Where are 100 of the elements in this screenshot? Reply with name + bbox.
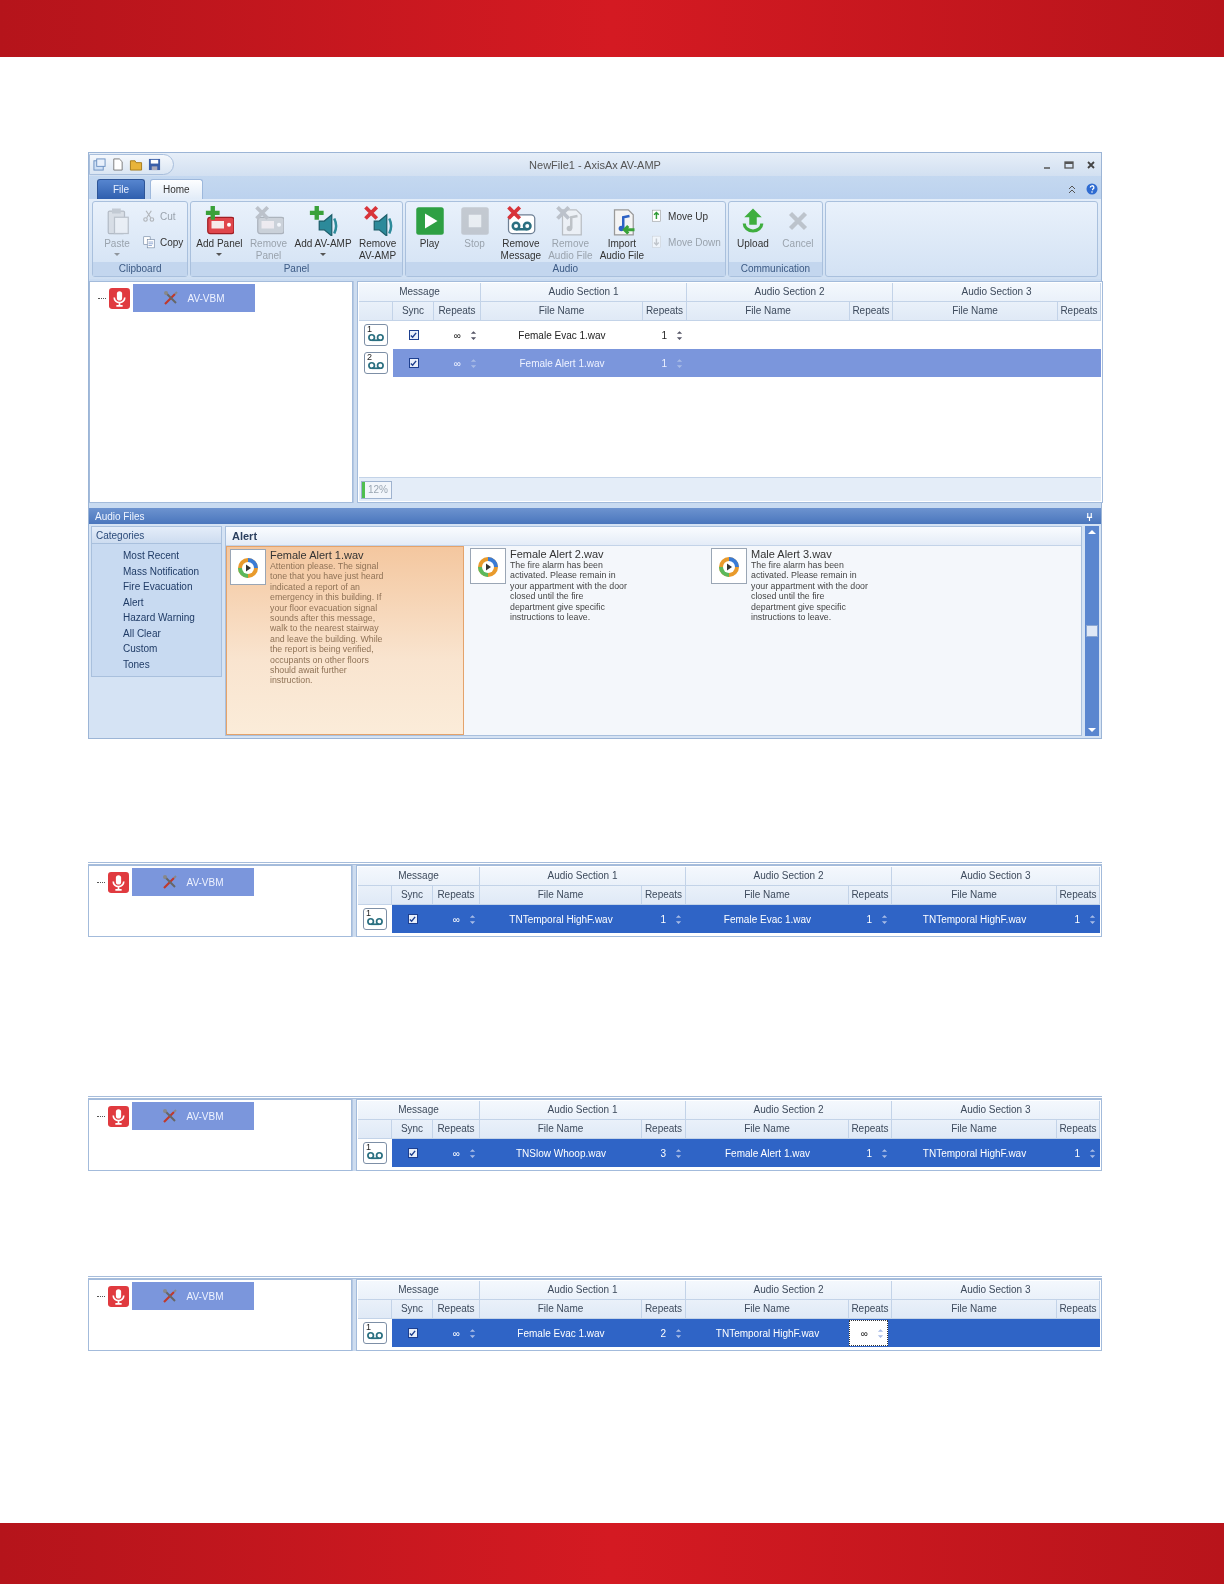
spinner[interactable] [469, 1327, 476, 1339]
caret-icon [114, 253, 120, 256]
ribbon-tab[interactable]: Home [150, 179, 203, 199]
scrollbar[interactable] [1085, 526, 1099, 736]
message-button[interactable]: 1 [363, 908, 387, 930]
pin-icon[interactable] [1086, 511, 1093, 521]
message-button[interactable]: 1 [364, 324, 388, 346]
row-number: 1 [366, 909, 371, 918]
checkbox[interactable] [408, 358, 419, 368]
audio-file-card[interactable]: Female Alert 2.wav The fire alarm has been activated. Please remain in your appartment with the door closed until the fire department give specific instructions to leave. [467, 546, 705, 735]
spinner[interactable] [675, 913, 682, 925]
column-group-header: Audio Section 2 [686, 1101, 892, 1120]
tree-line [98, 297, 106, 299]
stop-icon [459, 206, 490, 236]
category-link[interactable]: All Clear [92, 625, 221, 641]
ribbon-button[interactable]: Play [407, 204, 452, 262]
file-name: Female Evac 1.wav [723, 913, 812, 925]
folder-icon[interactable] [129, 158, 143, 171]
category-link[interactable]: Hazard Warning [92, 610, 221, 626]
file-description: The fire alarm has been activated. Please remain in your appartment with the door closed until the fire department give specific instructions to leave. [510, 560, 628, 623]
column-group-header: Message [358, 1101, 480, 1120]
spinner[interactable] [881, 913, 888, 925]
check-icon [409, 915, 416, 923]
spinner[interactable] [675, 1327, 682, 1339]
repeat-count: 1 [1074, 913, 1080, 925]
ribbon-button[interactable]: Import Audio File [596, 204, 648, 262]
column-group-header: Audio Section 3 [893, 283, 1101, 302]
audio-file-card[interactable] [226, 546, 464, 735]
checkbox[interactable] [407, 914, 418, 924]
app-icon[interactable] [93, 158, 106, 171]
ribbon-button[interactable]: Add Panel [193, 204, 246, 262]
category-link[interactable]: Custom [92, 641, 221, 657]
audio-file-card[interactable]: Male Alert 3.wav The fire alarm has been activated. Please remain in your appartment with the door closed until the fire department give specific instructions to leave. [708, 546, 946, 735]
repeat-count: 1 [660, 913, 666, 925]
spinner[interactable] [1089, 913, 1096, 925]
column-group-header: Audio Section 1 [480, 867, 686, 886]
scroll-down-icon[interactable] [1088, 728, 1096, 733]
category-link[interactable]: Alert [92, 594, 221, 610]
tools-icon [162, 874, 179, 890]
file-name: Female Evac 1.wav [518, 329, 606, 341]
table-row[interactable]: ∞ TNTemporal HighF.wav 1 Female Evac 1.wav 1 TNTemporal HighF.wav 1 [392, 905, 1100, 933]
repeat-count: ∞ [453, 329, 461, 341]
spinner[interactable] [1089, 1147, 1096, 1159]
ribbon-button[interactable]: Remove AV-AMP [355, 204, 400, 262]
scroll-thumb[interactable] [1086, 625, 1098, 637]
tape-icon [366, 332, 386, 343]
repeat-count: ∞ [860, 1327, 868, 1339]
file-menu-button[interactable]: File [97, 179, 145, 199]
device-cross-icon [253, 206, 284, 236]
file-name: Female Alert 1.wav [724, 1147, 810, 1159]
spinner[interactable] [469, 913, 476, 925]
column-group-header: Audio Section 3 [892, 867, 1100, 886]
spinner[interactable] [675, 1147, 682, 1159]
category-link[interactable]: Most Recent [92, 548, 221, 564]
caret-icon [216, 253, 223, 256]
message-button[interactable]: 1 [363, 1142, 387, 1164]
repeat-count: ∞ [452, 913, 460, 925]
ribbon-button[interactable]: Copy [142, 234, 184, 250]
checkbox[interactable] [407, 1148, 418, 1158]
file-title: Male Alert 3.wav [751, 548, 833, 560]
header-corner [358, 886, 392, 905]
save-icon[interactable] [148, 158, 161, 171]
checkbox[interactable] [408, 330, 419, 340]
category-link[interactable]: Mass Notification [92, 563, 221, 579]
table-row[interactable]: ∞ TNSlow Whoop.wav 3 Female Alert 1.wav 1 TNTemporal HighF.wav 1 [392, 1139, 1100, 1167]
repeat-field[interactable]: ∞ [849, 1320, 888, 1346]
ribbon-button[interactable]: Move Up [650, 208, 721, 224]
ribbon-button[interactable]: Upload [730, 204, 775, 262]
scroll-up-icon[interactable] [1088, 529, 1096, 534]
tools-icon [163, 290, 180, 306]
microphone-icon [109, 287, 130, 309]
spinner[interactable] [881, 1147, 888, 1159]
help-icon[interactable] [1086, 183, 1098, 195]
header-corner [359, 302, 393, 321]
spinner[interactable] [470, 329, 477, 341]
repeat-count: 3 [660, 1147, 666, 1159]
device-plus-icon [204, 206, 235, 236]
checkbox[interactable] [407, 1328, 418, 1338]
speaker-cross-icon [362, 206, 393, 236]
column-group-header: Message [358, 867, 480, 886]
maximize-button[interactable] [1064, 159, 1074, 170]
message-button[interactable]: 2 [364, 352, 388, 374]
category-link[interactable]: Tones [92, 656, 221, 672]
microphone-icon [108, 1285, 129, 1307]
spinner[interactable] [676, 329, 683, 341]
ribbon-button[interactable]: Add AV-AMP [291, 204, 355, 262]
close-button[interactable] [1086, 159, 1096, 170]
tree-line [97, 1115, 105, 1117]
category-link[interactable]: Fire Evacuation [92, 579, 221, 595]
new-file-icon[interactable] [111, 158, 124, 171]
message-button[interactable]: 1 [363, 1322, 387, 1344]
tools-icon [162, 1108, 179, 1124]
table-row[interactable]: ∞ Female Evac 1.wav 2 TNTemporal HighF.wav ∞ [392, 1319, 1100, 1347]
spinner[interactable] [469, 1147, 476, 1159]
repeat-count: 1 [1074, 1147, 1080, 1159]
group-label: Communication [728, 262, 822, 276]
repeat-count: 1 [661, 329, 667, 341]
ribbon-button[interactable]: Remove Message [497, 204, 545, 262]
media-file-icon [470, 548, 506, 584]
collapse-ribbon-icon[interactable] [1068, 184, 1076, 194]
